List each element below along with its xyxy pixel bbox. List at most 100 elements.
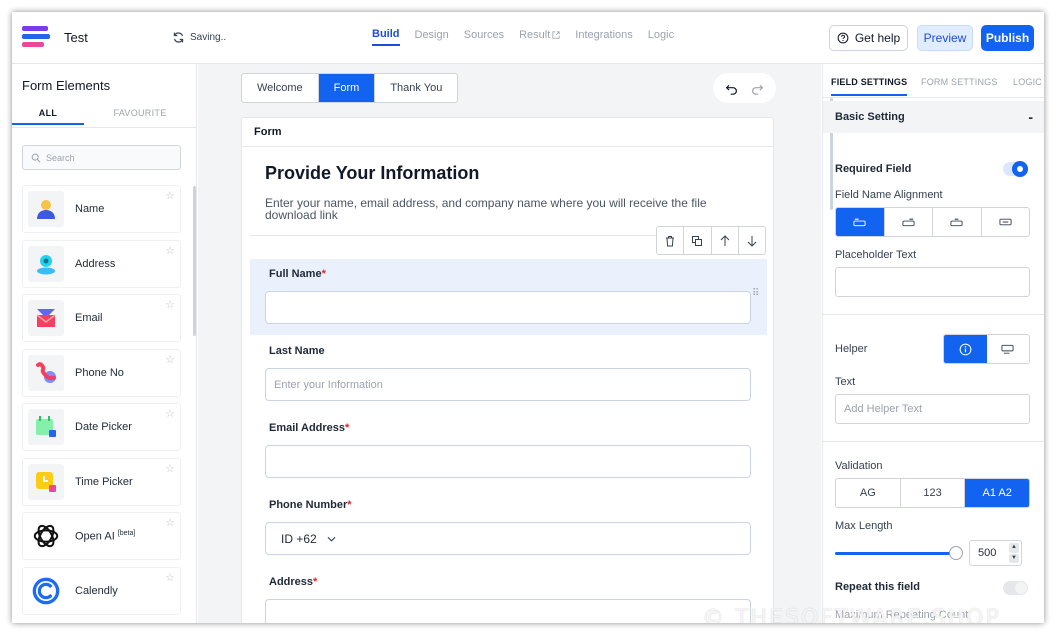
nav-result-label: Result xyxy=(519,29,551,41)
element-open-ai[interactable]: Open AI [beta] ☆ xyxy=(22,512,181,560)
field-full-name[interactable]: Full Name* ⠿ xyxy=(250,259,767,335)
address-input[interactable] xyxy=(265,599,751,623)
search-icon xyxy=(31,153,41,163)
star-icon[interactable]: ☆ xyxy=(165,407,175,420)
nav-sources[interactable]: Sources xyxy=(464,28,504,46)
move-up-button[interactable] xyxy=(712,227,739,254)
slider-knob[interactable] xyxy=(949,546,964,560)
beta-badge: [beta] xyxy=(117,529,136,537)
max-length-slider[interactable] xyxy=(835,546,964,560)
alignment-label: Field Name Alignment xyxy=(835,189,943,201)
star-icon[interactable]: ☆ xyxy=(165,353,175,366)
validation-numbers-option[interactable]: 123 xyxy=(901,479,966,507)
star-icon[interactable]: ☆ xyxy=(165,244,175,257)
collapse-icon[interactable]: - xyxy=(1028,109,1033,125)
helper-text-option[interactable] xyxy=(987,335,1030,363)
required-toggle[interactable] xyxy=(1003,161,1028,177)
align-top-left-option[interactable] xyxy=(836,208,885,236)
full-name-input[interactable] xyxy=(265,291,751,324)
field-address[interactable]: Address* xyxy=(250,572,767,623)
star-icon[interactable]: ☆ xyxy=(165,516,175,529)
element-calendly[interactable]: Calendly ☆ xyxy=(22,566,181,615)
last-name-input[interactable]: Enter your Information xyxy=(265,368,751,401)
form-name[interactable]: Test xyxy=(64,30,88,45)
nav-result[interactable]: Result xyxy=(519,28,560,46)
field-label-text: Email Address xyxy=(269,422,346,434)
validation-letters-option[interactable]: AG xyxy=(836,479,901,507)
tab-field-settings[interactable]: FIELD SETTINGS xyxy=(831,77,908,96)
star-icon[interactable]: ☆ xyxy=(165,462,175,475)
phone-input[interactable]: ID +62 xyxy=(265,522,751,555)
envelope-icon xyxy=(28,300,64,336)
redo-icon[interactable] xyxy=(751,82,764,95)
sidebar-scrollbar[interactable] xyxy=(193,186,196,336)
element-label: Address xyxy=(75,257,116,270)
move-down-button[interactable] xyxy=(739,227,765,254)
repeat-toggle[interactable] xyxy=(1003,581,1028,595)
stepper-up-icon[interactable]: ▲ xyxy=(1009,543,1019,553)
undo-icon[interactable] xyxy=(725,82,738,95)
field-label-text: Address xyxy=(269,576,314,588)
max-length-input[interactable]: 500 ▲ ▼ xyxy=(969,540,1022,566)
align-top-right-option[interactable] xyxy=(885,208,933,236)
align-inline-option[interactable] xyxy=(982,208,1030,236)
max-length-value: 500 xyxy=(978,547,997,559)
step-thank-you[interactable]: Thank You xyxy=(375,74,457,102)
nav-integrations[interactable]: Integrations xyxy=(575,28,632,46)
publish-button[interactable]: Publish xyxy=(981,25,1034,51)
helper-text-input[interactable]: Add Helper Text xyxy=(835,394,1030,424)
form-card: Form Provide Your Information Enter your… xyxy=(241,117,774,623)
field-label: Phone Number* xyxy=(269,499,352,511)
element-date-picker[interactable]: Date Picker ☆ xyxy=(22,403,181,451)
nav-design[interactable]: Design xyxy=(415,28,449,46)
element-email[interactable]: Email ☆ xyxy=(22,294,181,342)
field-email[interactable]: Email Address* xyxy=(250,418,767,484)
info-icon xyxy=(959,343,972,355)
arrow-down-icon xyxy=(747,235,757,247)
element-label: Name xyxy=(75,203,105,215)
validation-label: Validation xyxy=(835,460,883,472)
field-phone[interactable]: Phone Number* ID +62 xyxy=(250,495,767,561)
nav-build[interactable]: Build xyxy=(372,28,400,46)
placeholder-input[interactable] xyxy=(835,267,1030,297)
element-name[interactable]: Name ☆ xyxy=(22,185,181,233)
delete-button[interactable] xyxy=(657,227,685,254)
basic-setting-header[interactable]: Basic Setting - xyxy=(823,101,1044,133)
step-welcome[interactable]: Welcome xyxy=(242,74,319,102)
form-title[interactable]: Provide Your Information xyxy=(265,163,479,184)
star-icon[interactable]: ☆ xyxy=(165,298,175,311)
element-address[interactable]: Address ☆ xyxy=(22,239,181,288)
app-logo-icon[interactable] xyxy=(22,26,50,48)
validation-alphanumeric-option[interactable]: A1 A2 xyxy=(965,479,1029,507)
tab-form-settings[interactable]: FORM SETTINGS xyxy=(921,77,998,87)
element-phone[interactable]: Phone No ☆ xyxy=(22,348,181,397)
field-last-name[interactable]: Last Name Enter your Information xyxy=(250,341,767,407)
tab-favourite[interactable]: FAVOURITE xyxy=(100,108,180,118)
validation-options: AG 123 A1 A2 xyxy=(835,478,1030,508)
element-label: Time Picker xyxy=(75,475,133,488)
drag-handle-icon[interactable]: ⠿ xyxy=(752,289,759,299)
stepper: ▲ ▼ xyxy=(1009,543,1019,563)
element-time-picker[interactable]: Time Picker ☆ xyxy=(22,457,181,506)
get-help-button[interactable]: Get help xyxy=(829,25,908,51)
align-top-center-option[interactable] xyxy=(933,208,982,236)
star-icon[interactable]: ☆ xyxy=(165,189,175,202)
duplicate-button[interactable] xyxy=(684,227,712,254)
section-title: Basic Setting xyxy=(835,111,905,123)
openai-logo-icon xyxy=(28,518,64,554)
email-input[interactable] xyxy=(265,445,751,478)
app-window: Test Saving.. Build Design Sources Resul… xyxy=(12,12,1044,623)
tab-logic[interactable]: LOGIC xyxy=(1013,77,1042,87)
helper-tooltip-option[interactable] xyxy=(944,335,987,363)
star-icon[interactable]: ☆ xyxy=(165,571,175,584)
stepper-down-icon[interactable]: ▼ xyxy=(1009,553,1019,563)
form-description[interactable]: Enter your name, email address, and comp… xyxy=(265,197,755,221)
tab-all[interactable]: ALL xyxy=(12,108,84,125)
country-code-select[interactable]: ID +62 xyxy=(274,532,336,546)
preview-button[interactable]: Preview xyxy=(917,25,973,51)
search-input[interactable]: Search xyxy=(22,145,181,170)
nav-logic[interactable]: Logic xyxy=(648,28,674,46)
sidebar-tabs: ALL FAVOURITE xyxy=(12,102,197,128)
step-form[interactable]: Form xyxy=(318,74,376,102)
required-asterisk: * xyxy=(313,576,318,588)
